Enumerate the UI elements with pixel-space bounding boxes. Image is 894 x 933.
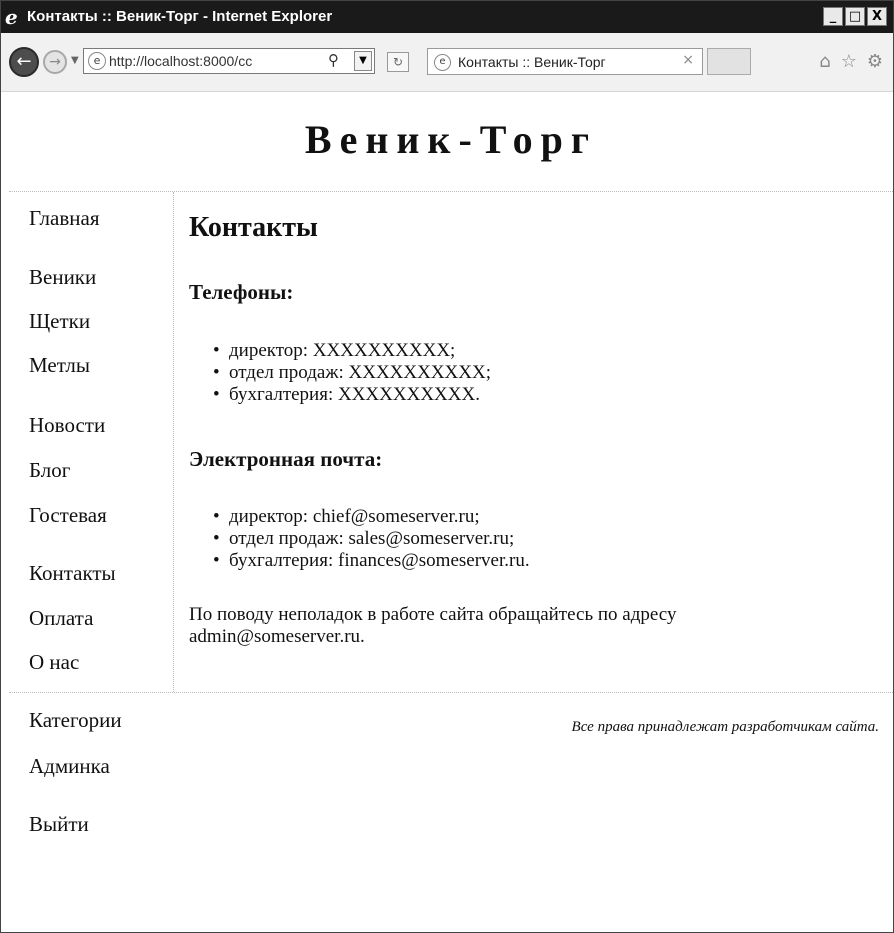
favorites-star-icon[interactable]: ☆ — [841, 51, 857, 72]
tab-contacts[interactable]: e Контакты :: Веник-Торг × — [427, 48, 703, 75]
browser-toolbar: ← → ▼ e http://localhost:8000/cc ⚲ ▼ ↻ e… — [1, 33, 893, 92]
list-item: бухгалтерия: XXXXXXXXXX. — [229, 384, 491, 406]
close-button[interactable]: X — [867, 7, 887, 26]
sidebar-item-logout[interactable]: Выйти — [29, 812, 89, 837]
new-tab-button[interactable] — [707, 48, 751, 75]
address-url[interactable]: http://localhost:8000/cc — [109, 53, 319, 69]
address-dropdown-icon[interactable]: ▼ — [354, 51, 372, 71]
internet-explorer-icon: e — [5, 5, 18, 29]
sidebar-item-guestbook[interactable]: Гостевая — [29, 503, 107, 528]
list-item: директор: chief@someserver.ru; — [229, 506, 530, 528]
page-icon: e — [88, 52, 106, 70]
sidebar-item-news[interactable]: Новости — [29, 413, 105, 438]
support-note: По поводу неполадок в работе сайта обращ… — [189, 604, 677, 647]
page-heading: Контакты — [189, 212, 318, 243]
address-bar[interactable]: e http://localhost:8000/cc ⚲ ▼ — [83, 48, 375, 74]
email-heading: Электронная почта: — [189, 447, 383, 471]
list-item: директор: XXXXXXXXXX; — [229, 340, 491, 362]
sidebar-item-categories[interactable]: Категории — [29, 708, 122, 733]
tab-page-icon: e — [434, 54, 451, 71]
forward-arrow-icon[interactable]: → — [43, 50, 67, 74]
title-bar: e Контакты :: Веник-Торг - Internet Expl… — [1, 1, 893, 33]
search-icon[interactable]: ⚲ — [328, 51, 339, 69]
sidebar-item-besoms[interactable]: Метлы — [29, 353, 90, 378]
site-title: Веник-Торг — [304, 117, 598, 162]
back-arrow-icon[interactable]: ← — [9, 47, 39, 77]
sidebar-nav: Главная Веники Щетки Метлы Новости Блог … — [9, 192, 174, 836]
tab-close-icon[interactable]: × — [682, 52, 694, 68]
maximize-button[interactable]: □ — [845, 7, 865, 26]
copyright-text: Все права принадлежат разработчикам сайт… — [571, 719, 879, 735]
list-item: отдел продаж: XXXXXXXXXX; — [229, 362, 491, 384]
sidebar-item-about[interactable]: О нас — [29, 650, 79, 675]
sidebar-item-admin[interactable]: Админка — [29, 754, 110, 779]
minimize-button[interactable]: _ — [823, 7, 843, 26]
emails-list: директор: chief@someserver.ru; отдел про… — [229, 506, 530, 572]
sidebar-item-brooms[interactable]: Веники — [29, 265, 96, 290]
footer-divider — [9, 692, 893, 693]
list-item: отдел продаж: sales@someserver.ru; — [229, 528, 530, 550]
sidebar-item-payment[interactable]: Оплата — [29, 606, 93, 631]
history-dropdown-icon[interactable]: ▼ — [71, 55, 79, 66]
sidebar-item-brushes[interactable]: Щетки — [29, 309, 90, 334]
site-header: Веник-Торг — [9, 92, 893, 192]
home-icon[interactable]: ⌂ — [819, 51, 830, 72]
settings-gear-icon[interactable]: ⚙ — [867, 51, 883, 72]
phones-heading: Телефоны: — [189, 280, 294, 304]
web-page: Веник-Торг Главная Веники Щетки Метлы Но… — [9, 92, 893, 932]
sidebar-item-blog[interactable]: Блог — [29, 458, 70, 483]
browser-window: e Контакты :: Веник-Торг - Internet Expl… — [0, 0, 894, 933]
sidebar-item-contacts[interactable]: Контакты — [29, 561, 116, 586]
window-title: Контакты :: Веник-Торг - Internet Explor… — [27, 8, 333, 25]
phones-list: директор: XXXXXXXXXX; отдел продаж: XXXX… — [229, 340, 491, 406]
tab-title: Контакты :: Веник-Торг — [458, 54, 606, 70]
browser-tool-icons: ⌂ ☆ ⚙ — [819, 51, 883, 72]
list-item: бухгалтерия: finances@someserver.ru. — [229, 550, 530, 572]
refresh-icon[interactable]: ↻ — [387, 52, 409, 72]
window-controls: _ □ X — [823, 7, 887, 27]
sidebar-item-home[interactable]: Главная — [29, 206, 100, 231]
